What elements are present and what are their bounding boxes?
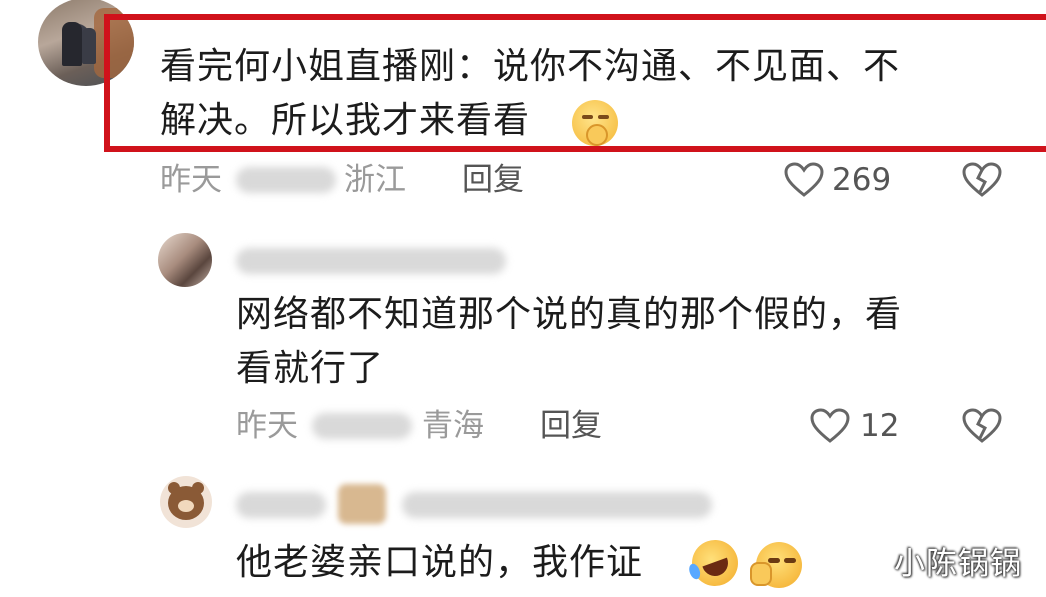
avatar[interactable] — [158, 233, 212, 287]
reply-button[interactable]: 回复 — [540, 406, 602, 446]
reply-button[interactable]: 回复 — [462, 160, 524, 200]
heart-icon[interactable] — [810, 408, 850, 444]
comment-time: 昨天 — [160, 162, 222, 198]
blurred-username — [402, 492, 712, 518]
broken-heart-icon[interactable] — [962, 162, 1002, 198]
smirking-face-icon — [750, 542, 802, 588]
comment-text-line: 看完何小姐直播刚：说你不沟通、不见面、不 — [160, 46, 901, 87]
comment-location: 浙江 — [344, 162, 406, 198]
avatar[interactable] — [160, 476, 212, 528]
comment-text-line: 解决。所以我才来看看 — [160, 100, 531, 141]
shushing-face-icon — [572, 100, 618, 146]
rolling-laughing-face-icon — [685, 533, 745, 593]
comment-text-line: 看就行了 — [236, 348, 385, 389]
broken-heart-icon[interactable] — [962, 408, 1002, 444]
comment-text-line: 网络都不知道那个说的真的那个假的，看 — [236, 294, 903, 335]
like-count: 12 — [860, 408, 900, 444]
blurred-username — [236, 167, 336, 193]
comment-location: 青海 — [422, 408, 484, 444]
heart-icon[interactable] — [784, 162, 824, 198]
blurred-username — [236, 492, 326, 518]
like-count: 269 — [832, 162, 892, 198]
comment-time: 昨天 — [236, 408, 298, 444]
watermark: 小陈锅锅 — [894, 546, 1022, 582]
blurred-username — [312, 413, 412, 439]
blurred-username — [236, 248, 506, 274]
comment-text-line: 他老婆亲口说的，我作证 — [236, 542, 644, 583]
blurred-badge — [338, 484, 386, 524]
